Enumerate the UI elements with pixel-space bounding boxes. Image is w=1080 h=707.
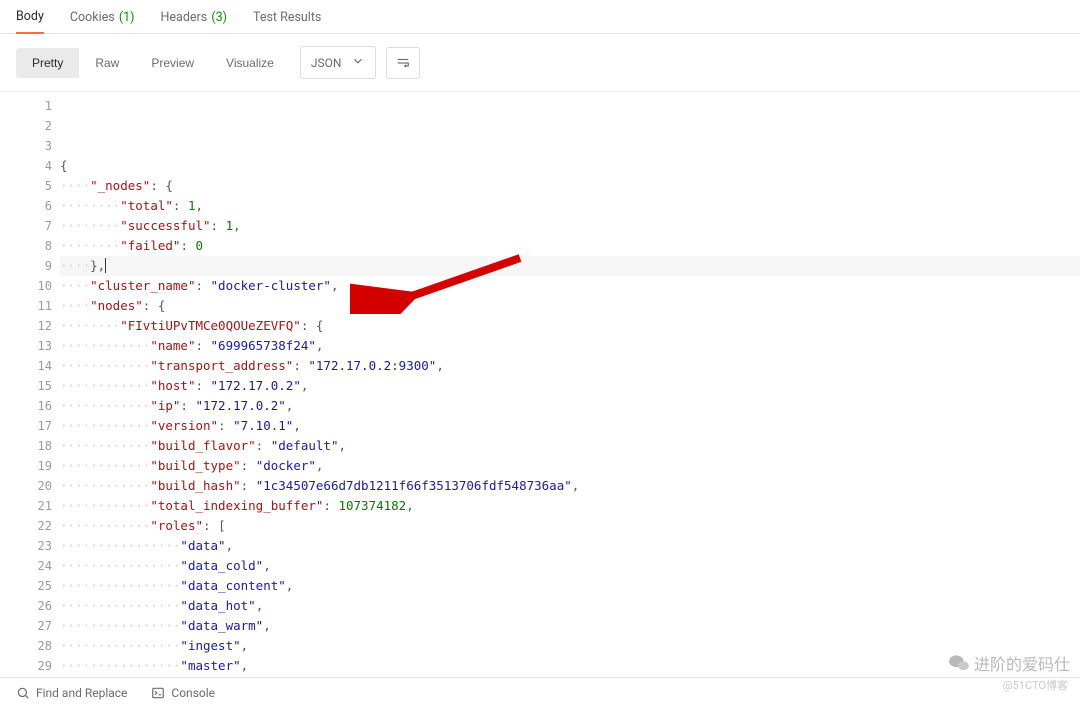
lineno: 21 [0, 496, 52, 516]
chevron-down-icon [351, 54, 365, 71]
lineno: 24 [0, 556, 52, 576]
code-line: ········"FIvtiUPvTMCe0QOUeZEVFQ": { [60, 316, 1080, 336]
code-line: ················"data", [60, 536, 1080, 556]
code-line: ············"build_flavor": "default", [60, 436, 1080, 456]
lineno: 18 [0, 436, 52, 456]
lineno: 29 [0, 656, 52, 676]
lineno: 17 [0, 416, 52, 436]
lineno: 16 [0, 396, 52, 416]
lineno: 20 [0, 476, 52, 496]
code-line: ············"roles": [ [60, 516, 1080, 536]
format-bar: Pretty Raw Preview Visualize JSON [0, 34, 1080, 91]
code-line: ············"version": "7.10.1", [60, 416, 1080, 436]
code-line: { [60, 156, 1080, 176]
wrap-lines-button[interactable] [386, 47, 420, 79]
fmt-visualize-button[interactable]: Visualize [210, 48, 290, 78]
response-tabs: Body Cookies (1) Headers (3) Test Result… [0, 0, 1080, 34]
lineno: 2 [0, 116, 52, 136]
code-pane: 1234567891011121314151617181920212223242… [0, 91, 1080, 687]
tab-test-results[interactable]: Test Results [253, 10, 321, 33]
lineno: 6 [0, 196, 52, 216]
code-line: ····}, [60, 256, 1080, 276]
fmt-raw-button[interactable]: Raw [79, 48, 135, 78]
tab-headers-label: Headers [161, 10, 208, 25]
lineno: 12 [0, 316, 52, 336]
console-icon [151, 686, 165, 700]
lineno: 7 [0, 216, 52, 236]
code-line: ············"ip": "172.17.0.2", [60, 396, 1080, 416]
search-icon [16, 686, 30, 700]
line-gutter: 1234567891011121314151617181920212223242… [0, 92, 60, 687]
tab-cookies-label: Cookies [70, 10, 115, 25]
find-replace-label: Find and Replace [36, 686, 127, 700]
console-button[interactable]: Console [151, 686, 215, 700]
code-line: ········"failed": 0 [60, 236, 1080, 256]
code-line: ············"build_hash": "1c34507e66d7d… [60, 476, 1080, 496]
lineno: 13 [0, 336, 52, 356]
code-line: ················"data_warm", [60, 616, 1080, 636]
lineno: 3 [0, 136, 52, 156]
code-line: ····"nodes": { [60, 296, 1080, 316]
lineno: 28 [0, 636, 52, 656]
status-bar: Find and Replace Console [0, 677, 1080, 707]
lineno: 11 [0, 296, 52, 316]
code-line: ········"successful": 1, [60, 216, 1080, 236]
code-line: ················"data_content", [60, 576, 1080, 596]
format-group: Pretty Raw Preview Visualize [16, 48, 290, 78]
lineno: 25 [0, 576, 52, 596]
lineno: 27 [0, 616, 52, 636]
code-line: ············"build_type": "docker", [60, 456, 1080, 476]
lineno: 5 [0, 176, 52, 196]
fmt-pretty-button[interactable]: Pretty [16, 48, 79, 78]
response-type-select[interactable]: JSON [300, 46, 377, 79]
tab-headers-count: (3) [211, 10, 227, 25]
lineno: 26 [0, 596, 52, 616]
lineno: 22 [0, 516, 52, 536]
code-line: ············"name": "699965738f24", [60, 336, 1080, 356]
lineno: 15 [0, 376, 52, 396]
lineno: 23 [0, 536, 52, 556]
code-line: ········"total": 1, [60, 196, 1080, 216]
lineno: 10 [0, 276, 52, 296]
tab-cookies-count: (1) [119, 10, 135, 25]
code-line: ············"host": "172.17.0.2", [60, 376, 1080, 396]
lineno: 1 [0, 96, 52, 116]
lineno: 19 [0, 456, 52, 476]
tab-body[interactable]: Body [16, 9, 44, 34]
find-replace-button[interactable]: Find and Replace [16, 686, 127, 700]
lineno: 8 [0, 236, 52, 256]
lineno: 9 [0, 256, 52, 276]
tab-headers[interactable]: Headers (3) [161, 10, 227, 33]
code-line: ····"cluster_name": "docker-cluster", [60, 276, 1080, 296]
code-line: ················"ingest", [60, 636, 1080, 656]
fmt-preview-button[interactable]: Preview [135, 48, 210, 78]
lineno: 4 [0, 156, 52, 176]
response-type-value: JSON [311, 56, 342, 70]
code-line: ················"data_hot", [60, 596, 1080, 616]
code-line: ················"master", [60, 656, 1080, 676]
code-body[interactable]: {····"_nodes": {········"total": 1,·····… [60, 92, 1080, 687]
console-label: Console [171, 686, 215, 700]
code-line: ············"total_indexing_buffer": 107… [60, 496, 1080, 516]
code-line: ····"_nodes": { [60, 176, 1080, 196]
tab-cookies[interactable]: Cookies (1) [70, 10, 135, 33]
code-line: ················"data_cold", [60, 556, 1080, 576]
code-line: ············"transport_address": "172.17… [60, 356, 1080, 376]
lineno: 14 [0, 356, 52, 376]
